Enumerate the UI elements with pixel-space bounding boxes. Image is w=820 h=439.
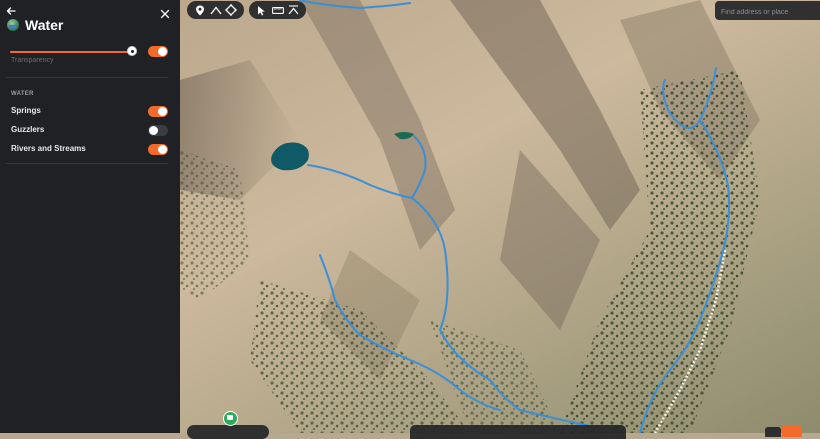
panel-title: Water xyxy=(25,17,64,33)
measure-toolbar xyxy=(249,1,306,19)
ruler-tool-button[interactable] xyxy=(270,1,286,19)
transparency-label: Transparency xyxy=(11,57,54,64)
search-box xyxy=(715,1,820,22)
arrow-left-icon xyxy=(6,7,16,15)
search-input[interactable] xyxy=(721,3,814,22)
pointer-icon xyxy=(258,5,266,15)
waypoint-marker[interactable] xyxy=(223,411,238,426)
panel-title-group: Water xyxy=(7,17,63,33)
springs-toggle[interactable] xyxy=(148,106,168,117)
layer-row-guzzlers[interactable]: Guzzlers xyxy=(0,122,180,140)
map-action-button[interactable] xyxy=(782,425,802,437)
divider xyxy=(6,77,168,78)
layer-row-springs[interactable]: Springs xyxy=(0,103,180,121)
water-layer-icon xyxy=(7,19,19,31)
close-icon xyxy=(160,9,170,19)
elevation-profile-icon xyxy=(288,5,299,15)
layer-label-springs: Springs xyxy=(11,106,41,115)
select-tool-button[interactable] xyxy=(254,1,270,19)
bottom-info-bar[interactable] xyxy=(410,425,626,439)
marker-tool-button[interactable] xyxy=(192,1,208,19)
bottom-layer-control[interactable] xyxy=(187,425,269,439)
line-tool-button[interactable] xyxy=(208,1,224,19)
line-icon xyxy=(209,5,222,14)
transparency-slider-fill xyxy=(10,51,132,53)
draw-toolbar xyxy=(187,1,244,19)
guzzlers-toggle[interactable] xyxy=(148,125,168,136)
transparency-row xyxy=(0,34,180,70)
layer-row-rivers-and-streams[interactable]: Rivers and Streams xyxy=(0,141,180,159)
map-control-button[interactable] xyxy=(765,427,781,437)
layer-panel: Water Transparency WATER Springs Guzzler… xyxy=(0,0,180,433)
close-button[interactable] xyxy=(160,6,174,20)
transparency-slider[interactable] xyxy=(10,46,137,56)
layer-label-guzzlers: Guzzlers xyxy=(11,125,45,134)
section-title-water: WATER xyxy=(11,91,34,97)
elevation-tool-button[interactable] xyxy=(285,1,301,19)
marker-icon xyxy=(195,5,204,15)
transparency-toggle[interactable] xyxy=(148,46,168,57)
polygon-icon xyxy=(225,4,238,16)
transparency-slider-handle[interactable] xyxy=(127,46,137,56)
layer-label-rivers-and-streams: Rivers and Streams xyxy=(11,144,86,153)
ruler-icon xyxy=(271,6,284,14)
panel-header: Water xyxy=(0,0,180,34)
rivers-and-streams-toggle[interactable] xyxy=(148,144,168,155)
divider xyxy=(6,163,168,164)
polygon-tool-button[interactable] xyxy=(223,1,239,19)
